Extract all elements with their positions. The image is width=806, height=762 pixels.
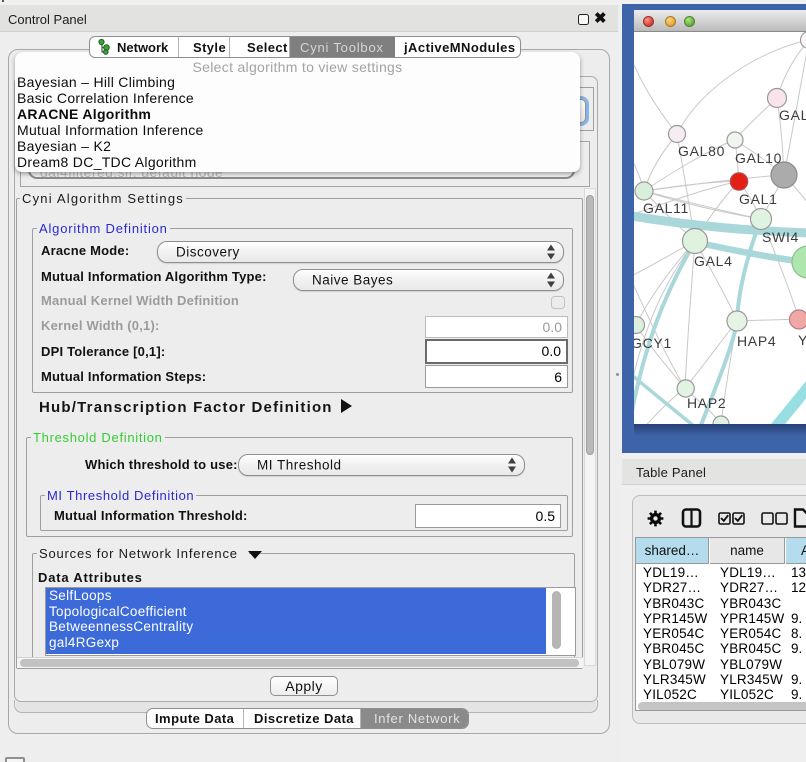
- svg-text:GAL10: GAL10: [735, 150, 782, 166]
- svg-text:GAL4: GAL4: [694, 253, 733, 269]
- svg-text:GAL80: GAL80: [678, 143, 725, 159]
- svg-text:GAL11: GAL11: [643, 200, 689, 216]
- svg-text:GAL7: GAL7: [779, 107, 806, 123]
- svg-text:HAP2: HAP2: [687, 395, 726, 411]
- svg-text:GAL1: GAL1: [739, 191, 778, 207]
- svg-text:SWI4: SWI4: [762, 229, 799, 245]
- svg-text:YP: YP: [798, 332, 806, 348]
- svg-text:HAP4: HAP4: [737, 333, 776, 349]
- svg-text:GCY1: GCY1: [634, 335, 672, 351]
